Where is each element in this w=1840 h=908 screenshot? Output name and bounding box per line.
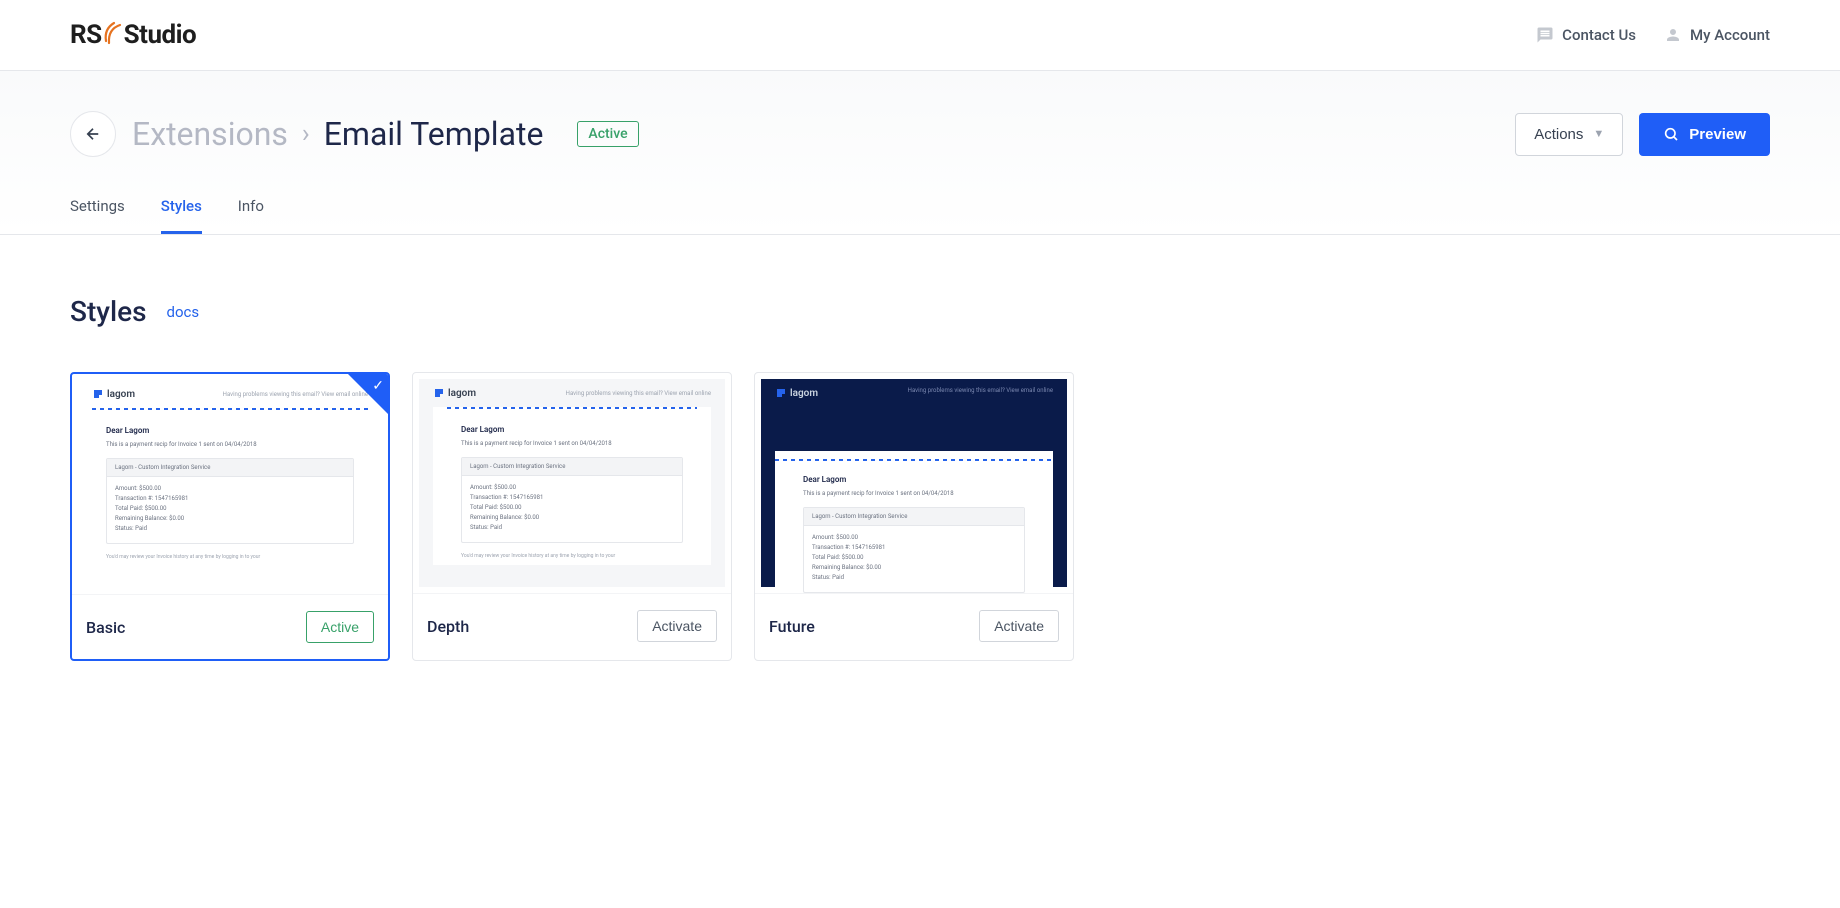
style-card-future[interactable]: lagom Having problems viewing this email… [754, 372, 1074, 661]
actions-dropdown[interactable]: Actions ▼ [1515, 113, 1623, 156]
logo-swirl-icon [102, 19, 124, 51]
check-icon: ✓ [372, 378, 384, 394]
style-cards: ✓ lagom Having problems viewing this ema… [70, 372, 1770, 661]
app-logo[interactable]: RS Studio [70, 19, 196, 51]
my-account-link[interactable]: My Account [1664, 26, 1770, 44]
style-preview: lagom Having problems viewing this email… [413, 373, 731, 593]
breadcrumb: Extensions › Email Template [132, 115, 543, 153]
style-name: Basic [86, 618, 125, 637]
style-card-basic[interactable]: ✓ lagom Having problems viewing this ema… [70, 372, 390, 661]
back-button[interactable] [70, 111, 116, 157]
topbar: RS Studio Contact Us My Account [0, 0, 1840, 71]
style-name: Future [769, 617, 815, 636]
tab-settings[interactable]: Settings [70, 197, 125, 234]
contact-us-label: Contact Us [1562, 26, 1636, 44]
section-title: Styles [70, 295, 147, 328]
actions-label: Actions [1534, 126, 1583, 143]
tabs: Settings Styles Info [70, 197, 1770, 234]
style-card-depth[interactable]: lagom Having problems viewing this email… [412, 372, 732, 661]
page-header: Extensions › Email Template Active Actio… [0, 71, 1840, 235]
logo-suffix: Studio [124, 20, 197, 50]
chat-icon [1536, 26, 1554, 44]
breadcrumb-current: Email Template [324, 115, 544, 153]
docs-link[interactable]: docs [167, 303, 200, 321]
person-icon [1664, 26, 1682, 44]
tab-styles[interactable]: Styles [161, 197, 202, 234]
breadcrumb-extensions[interactable]: Extensions [132, 115, 288, 153]
lagom-icon [92, 388, 104, 400]
logo-prefix: RS [70, 20, 102, 50]
tab-info[interactable]: Info [238, 197, 264, 234]
content: Styles docs ✓ lagom Having problems view… [0, 235, 1840, 721]
style-preview: lagom Having problems viewing this email… [755, 373, 1073, 593]
arrow-left-icon [84, 125, 102, 143]
status-badge: Active [577, 121, 638, 147]
lagom-icon [775, 387, 787, 399]
style-active-button[interactable]: Active [306, 611, 374, 643]
my-account-label: My Account [1690, 26, 1770, 44]
topbar-right: Contact Us My Account [1536, 26, 1770, 44]
search-icon [1663, 126, 1679, 142]
style-activate-button[interactable]: Activate [637, 610, 717, 642]
style-name: Depth [427, 617, 469, 636]
contact-us-link[interactable]: Contact Us [1536, 26, 1636, 44]
lagom-icon [433, 387, 445, 399]
preview-button[interactable]: Preview [1639, 113, 1770, 156]
preview-label: Preview [1689, 126, 1746, 143]
style-activate-button[interactable]: Activate [979, 610, 1059, 642]
caret-down-icon: ▼ [1593, 128, 1604, 140]
chevron-right-icon: › [302, 119, 310, 149]
style-preview: lagom Having problems viewing this email… [72, 374, 388, 594]
